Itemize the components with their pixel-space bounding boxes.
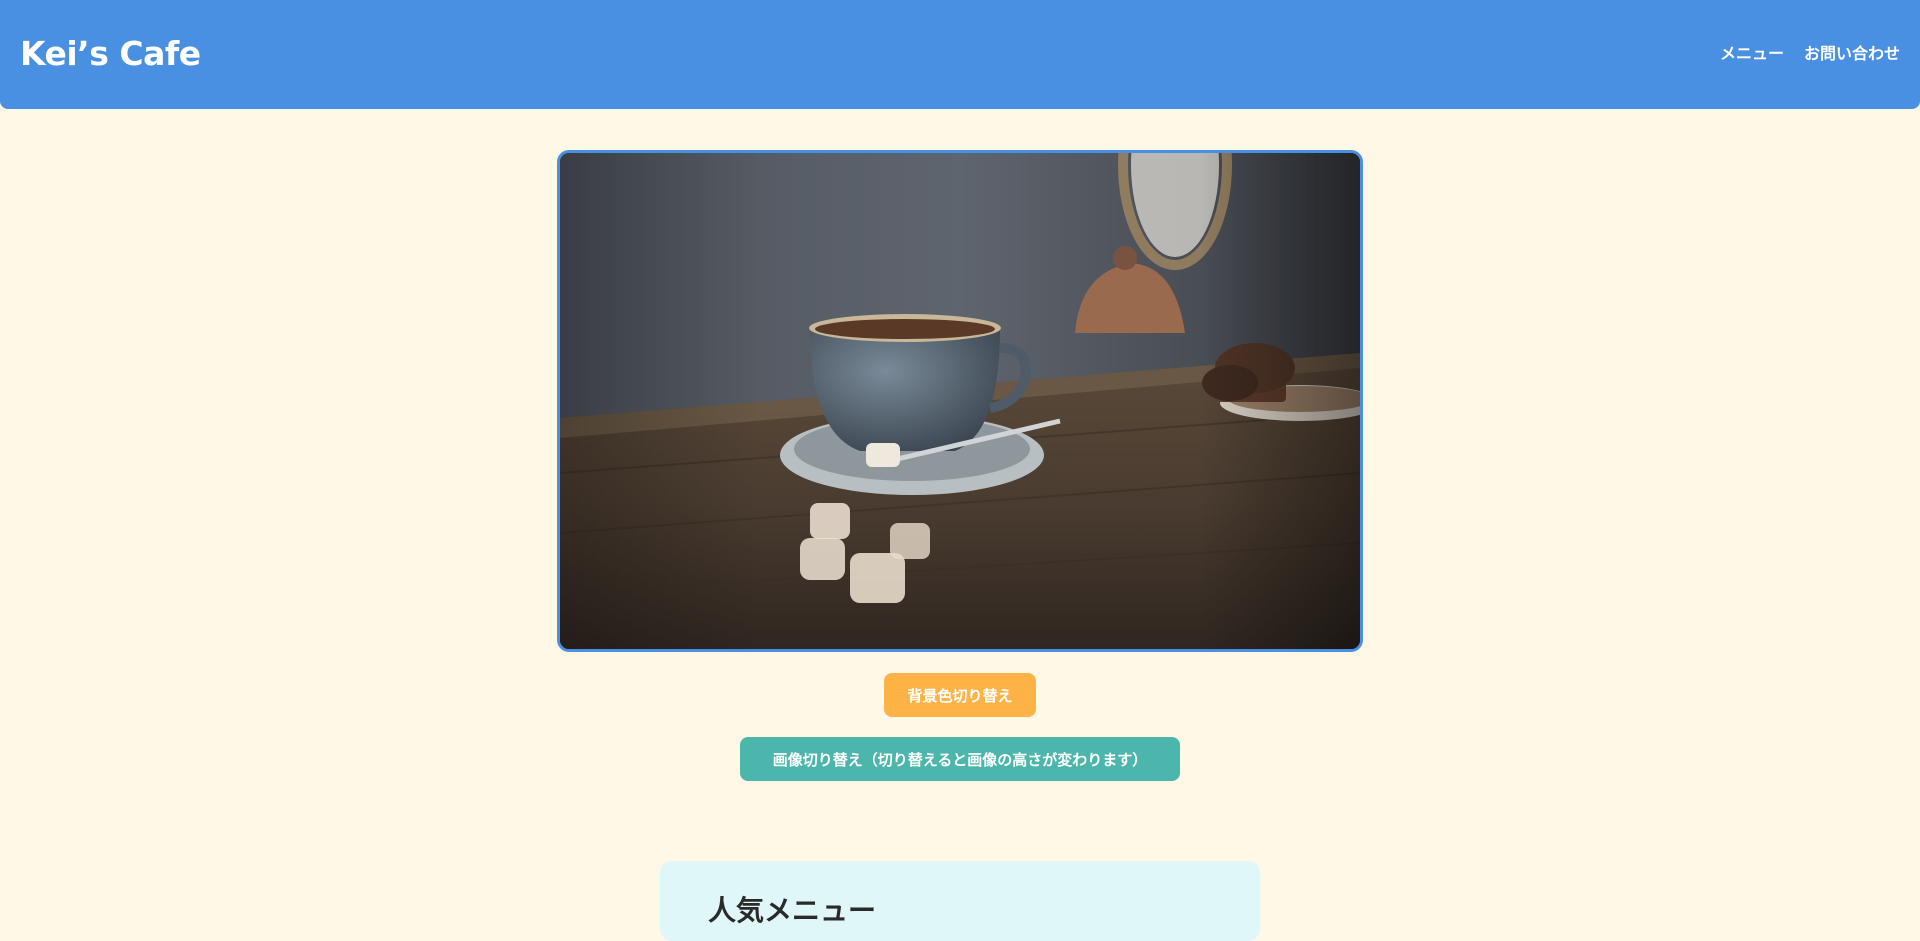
toggle-background-button[interactable]: 背景色切り替え	[884, 673, 1036, 717]
site-header: Kei’s Cafe メニュー お問い合わせ	[0, 0, 1920, 109]
nav-link-menu[interactable]: メニュー	[1720, 42, 1784, 66]
toggle-image-button[interactable]: 画像切り替え（切り替えると画像の高さが変わります）	[740, 737, 1180, 781]
nav-link-contact[interactable]: お問い合わせ	[1804, 42, 1900, 66]
popular-menu-title: 人気メニュー	[708, 894, 877, 927]
coffee-photo	[560, 153, 1360, 649]
hero-image	[557, 150, 1363, 652]
popular-menu-section: 人気メニュー	[660, 861, 1260, 941]
main-nav: メニュー お問い合わせ	[1720, 42, 1900, 66]
site-logo[interactable]: Kei’s Cafe	[20, 34, 201, 74]
